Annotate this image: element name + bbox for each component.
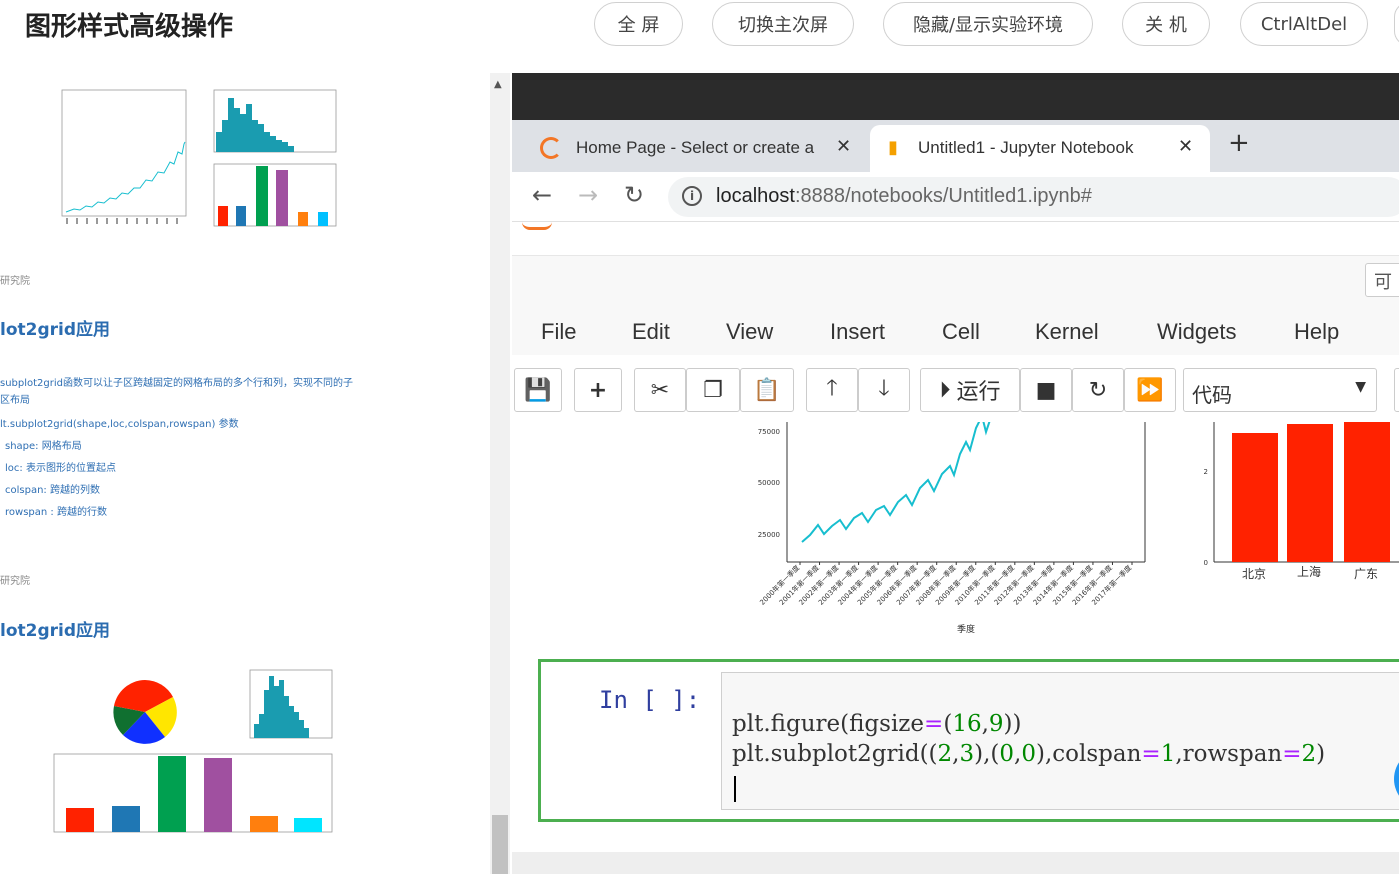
close-icon[interactable]: ✕ [836,136,851,157]
reload-icon[interactable]: ↻ [624,181,644,209]
url-host: localhost [716,185,795,207]
tab-untitled-notebook[interactable]: ▮ Untitled1 - Jupyter Notebook ✕ [870,125,1210,172]
y-tick-label: 75000 [758,428,780,436]
slide-desc-line: shape: 网格布局 [5,441,82,452]
browser-window: Home Page - Select or create a ✕ ▮ Untit… [512,73,1399,874]
notebook-icon: ▮ [888,137,898,157]
series-line [801,422,991,543]
shutdown-button[interactable]: 关 机 [1122,2,1210,46]
add-cell-icon[interactable]: + [574,368,622,412]
output-figure: 75000 50000 25000 2000年第一季度2001年第一季度2002… [758,422,1399,635]
bar-y-tick-label: 2 [1204,468,1208,476]
slide-desc-line: 区布局 [0,395,30,406]
notebook-area: 75000 50000 25000 2000年第一季度 2001年第一季度 2002… [512,422,1399,874]
info-icon[interactable]: i [682,186,702,206]
run-label: 运行 [956,380,1001,405]
toggle-lab-button[interactable]: 隐藏/显示实验环境 [883,2,1093,46]
menu-file[interactable]: File [541,319,576,345]
slide-desc-line: lt.subplot2grid(shape,loc,colspan,rowspa… [0,419,239,430]
notebook-page: 75000 50000 25000 2000年第一季度 2001年第一季度 2002… [512,422,1399,852]
slide-desc-line: subplot2grid函数可以让子区跨越固定的网格布局的多个行和列，实现不同的… [0,378,354,389]
menu-kernel[interactable]: Kernel [1035,319,1099,345]
code-editor[interactable]: plt.figure(figsize=(16,9)) plt.subplot2g… [721,672,1399,810]
code-line: plt.subplot2grid((2,3),(0,0),colspan=1,r… [732,741,1326,767]
menu-insert[interactable]: Insert [830,319,885,345]
toolbar-extra-button[interactable] [1394,368,1399,412]
cell-type-value: 代码 [1192,383,1232,407]
run-icon: ⏵ [939,377,951,403]
close-icon[interactable]: ✕ [1178,136,1193,157]
more-button[interactable] [1394,2,1399,46]
y-tick-label: 25000 [758,531,780,539]
slide-figure-1 [46,80,346,250]
slide-pane: 研究院 lot2grid应用 subplot2grid函数可以让子区跨越固定的网… [0,50,468,874]
scroll-up-icon[interactable]: ▲ [494,79,502,90]
stop-icon[interactable]: ■ [1020,368,1072,412]
bar-y-tick-label: 0 [1204,559,1208,567]
top-header: 图形样式高级操作 全 屏 切换主次屏 隐藏/显示实验环境 关 机 CtrlAlt… [0,0,1399,50]
forward-arrow-icon[interactable]: → [578,181,598,209]
cell-type-select[interactable]: 代码 ▼ [1183,368,1377,412]
menu-view[interactable]: View [726,319,773,345]
ctrlaltdel-button[interactable]: CtrlAltDel [1240,2,1368,46]
chevron-down-icon: ▼ [1355,379,1366,395]
url-path: :8888/notebooks/Untitled1.ipynb# [794,185,1092,207]
fullscreen-button[interactable]: 全 屏 [594,2,683,46]
slide-heading-1: lot2grid应用 [0,320,111,340]
bar [1344,422,1390,562]
save-icon[interactable]: 💾 [514,368,562,412]
slide-heading-2: lot2grid应用 [0,621,111,641]
jupyter-toolbar: 💾 + ✂ ❐ 📋 🡑 🡓 ⏵ 运行 ■ ↻ ⏩ 代码 ▼ [512,360,1399,422]
run-button[interactable]: ⏵ 运行 [920,368,1020,412]
jupyter-loading-icon [540,137,562,159]
slide-desc-line: colspan: 跨越的列数 [5,485,100,496]
move-up-icon[interactable]: 🡑 [806,368,858,412]
tab-label: Untitled1 - Jupyter Notebook [918,138,1134,157]
x-tick-labels: 2000年第一季度2001年第一季度2002年第一季度2003年第一季度2004… [758,562,1133,607]
menu-help[interactable]: Help [1294,319,1339,345]
window-titlebar [512,73,1399,120]
move-down-icon[interactable]: 🡓 [858,368,910,412]
tab-strip: Home Page - Select or create a ✕ ▮ Untit… [512,120,1399,172]
screen: 图形样式高级操作 全 屏 切换主次屏 隐藏/显示实验环境 关 机 CtrlAlt… [0,0,1399,874]
scrollbar-thumb[interactable] [492,815,508,874]
bar-category-label: 上海 [1297,564,1321,579]
slide-note-2: 研究院 [0,576,30,587]
trusted-indicator[interactable]: 可 [1365,263,1399,297]
fast-forward-icon[interactable]: ⏩ [1124,368,1176,412]
slide-note-1: 研究院 [0,276,30,287]
jupyter-header [512,222,1399,255]
url-text: localhost:8888/notebooks/Untitled1.ipynb… [716,185,1092,208]
y-tick-label: 50000 [758,479,780,487]
bar [1287,424,1333,562]
url-field[interactable]: i localhost:8888/notebooks/Untitled1.ipy… [668,177,1399,217]
cell-prompt: In [ ]: [599,686,701,714]
tab-label: Home Page - Select or create a [576,138,815,157]
address-bar: ← → ↻ i localhost:8888/notebooks/Untitle… [512,172,1399,222]
switch-screen-button[interactable]: 切换主次屏 [712,2,854,46]
new-tab-icon[interactable]: + [1228,128,1250,158]
back-arrow-icon[interactable]: ← [532,181,552,209]
tab-home-page[interactable]: Home Page - Select or create a ✕ [522,125,870,172]
text-cursor [734,776,736,802]
code-cell[interactable]: In [ ]: plt.figure(figsize=(16,9)) plt.s… [538,659,1399,822]
slide-desc-line: loc: 表示图形的位置起点 [5,463,116,474]
paste-icon[interactable]: 📋 [740,368,794,412]
menu-edit[interactable]: Edit [632,319,670,345]
jupyter-logo[interactable] [522,222,552,230]
page-title: 图形样式高级操作 [25,12,234,42]
menu-widgets[interactable]: Widgets [1157,319,1236,345]
cut-icon[interactable]: ✂ [634,368,686,412]
code-line: plt.figure(figsize=(16,9)) [732,711,1022,737]
scrollbar-track[interactable] [490,73,510,874]
x-axis-label: 季度 [957,623,975,635]
copy-icon[interactable]: ❐ [686,368,740,412]
restart-icon[interactable]: ↻ [1072,368,1124,412]
slide-figure-2 [40,650,340,850]
bar [1232,433,1278,562]
bar-category-label: 广东 [1354,567,1378,581]
menu-cell[interactable]: Cell [942,319,980,345]
bar-category-label: 北京 [1242,567,1266,581]
slide-desc-line: rowspan : 跨越的行数 [5,507,107,518]
